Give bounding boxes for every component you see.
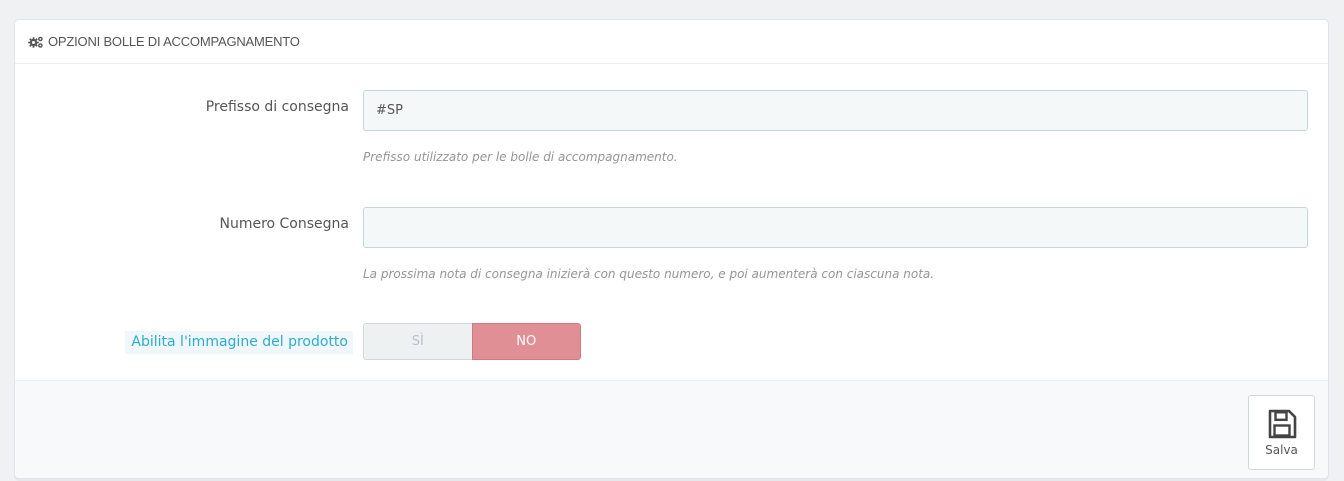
product-image-label[interactable]: Abilita l'immagine del prodotto (125, 331, 353, 354)
switch-option-no[interactable]: NO (471, 323, 581, 360)
save-button[interactable]: Salva (1248, 395, 1315, 470)
prefix-label: Prefisso di consegna (205, 99, 349, 115)
panel-title: OPZIONI BOLLE DI ACCOMPAGNAMENTO (48, 34, 300, 49)
save-button-label: Salva (1265, 443, 1298, 457)
panel-heading: OPZIONI BOLLE DI ACCOMPAGNAMENTO (15, 20, 1328, 64)
delivery-slips-options-panel: OPZIONI BOLLE DI ACCOMPAGNAMENTO Prefiss… (14, 19, 1329, 479)
product-image-switch[interactable]: SÌ NO (363, 323, 581, 360)
delivery-number-help-text: La prossima nota di consegna inizierà co… (363, 267, 935, 281)
panel-footer: Salva (15, 380, 1328, 478)
prefix-input[interactable] (363, 90, 1308, 131)
delivery-number-label: Numero Consegna (219, 216, 349, 232)
delivery-number-input[interactable] (363, 207, 1308, 248)
cogs-icon (28, 35, 44, 49)
switch-option-yes[interactable]: SÌ (363, 323, 472, 360)
prefix-help-text: Prefisso utilizzato per le bolle di acco… (363, 150, 678, 164)
floppy-disk-icon (1266, 408, 1298, 440)
